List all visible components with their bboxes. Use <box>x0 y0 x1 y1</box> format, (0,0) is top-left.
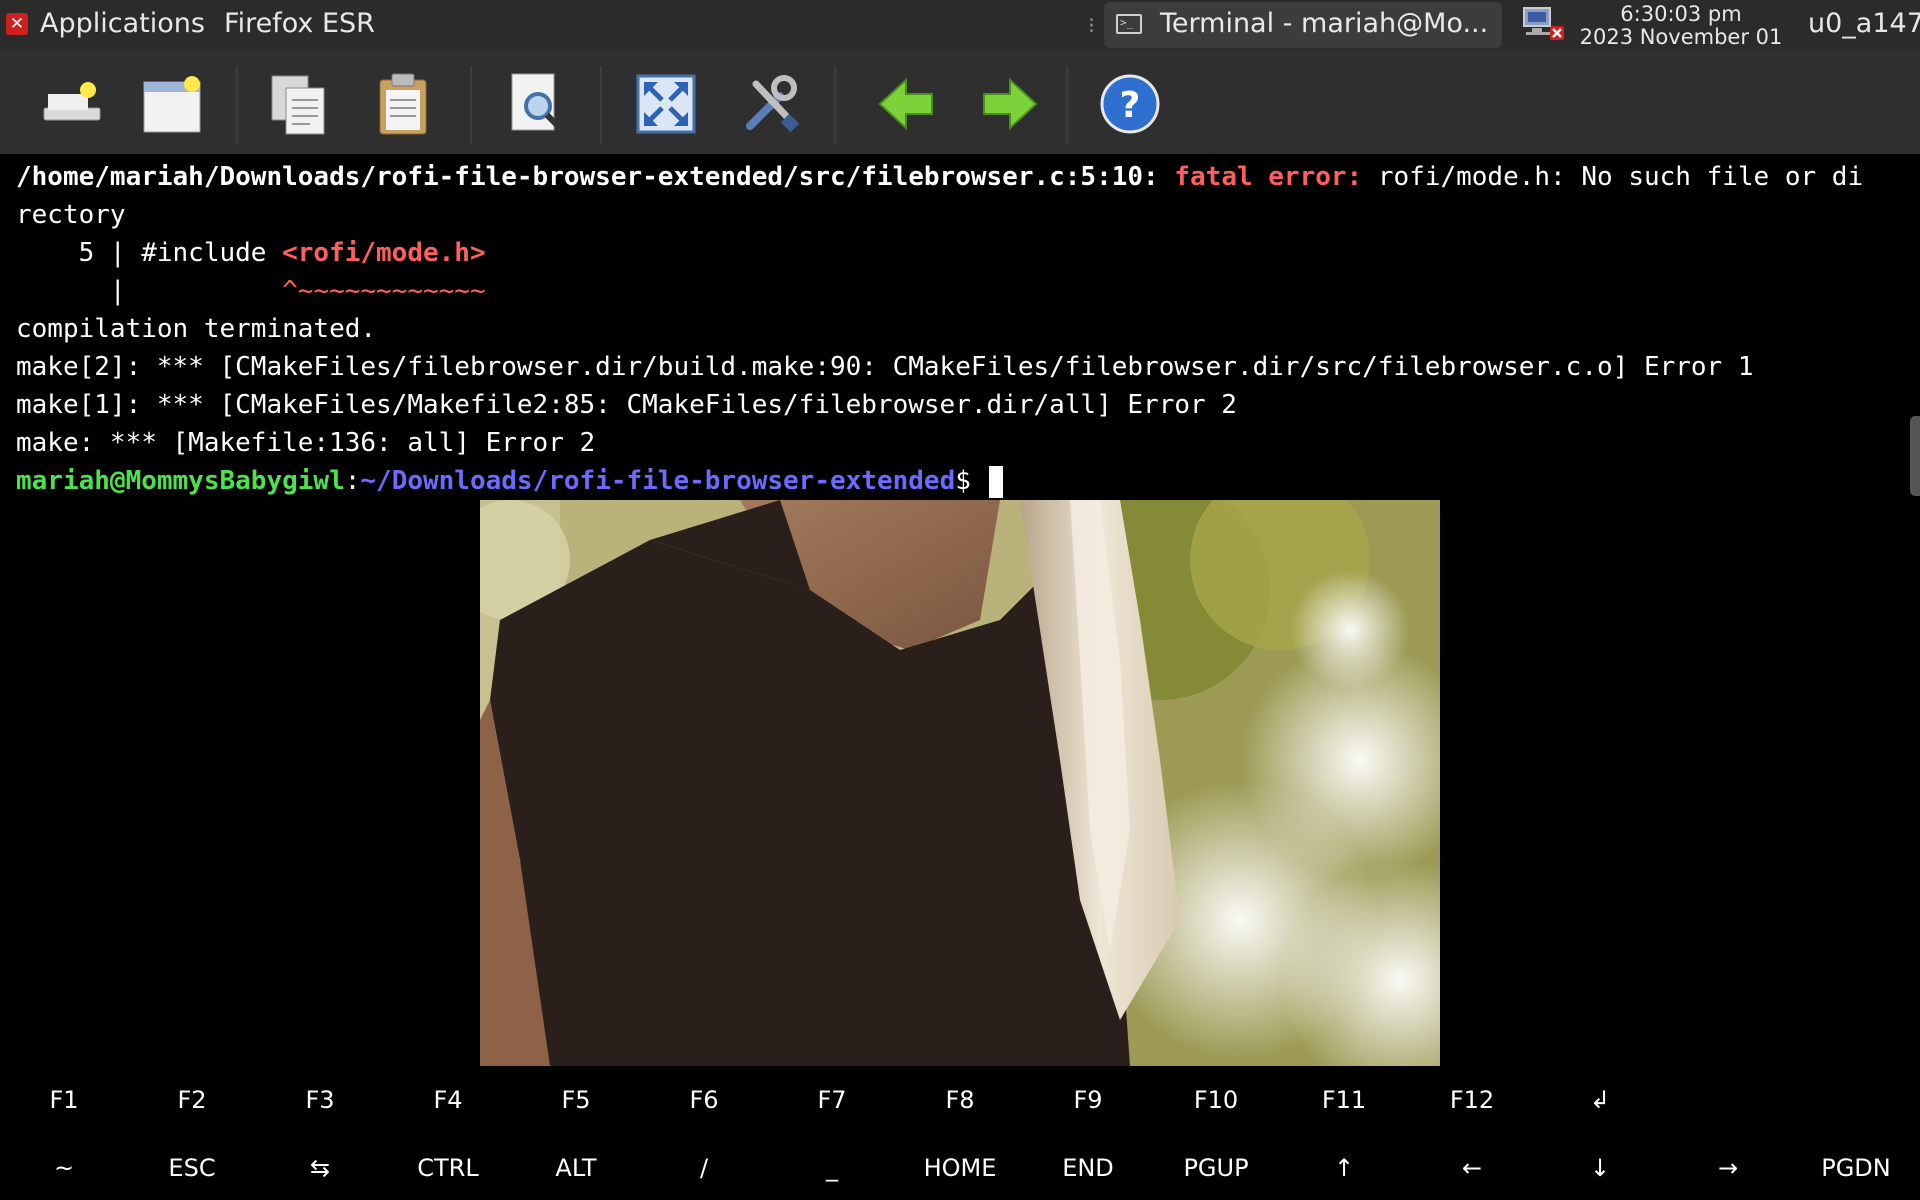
terminal-icon: >_ <box>1116 14 1142 34</box>
paste-icon[interactable] <box>370 70 438 138</box>
key-tab[interactable]: ⇆ <box>256 1148 384 1188</box>
error-message: rofi/mode.h: No such file or di <box>1377 162 1864 192</box>
clock-time: 6:30:03 pm <box>1620 2 1742 26</box>
terminal-line-1: /home/mariah/Downloads/rofi-file-browser… <box>16 158 1863 196</box>
key-pgdn[interactable]: PGDN <box>1792 1148 1920 1188</box>
terminal-line-6: make[2]: *** [CMakeFiles/filebrowser.dir… <box>16 352 1754 382</box>
clock[interactable]: 6:30:03 pm 2023 November 01 <box>1578 2 1784 48</box>
key-f4[interactable]: F4 <box>384 1080 512 1120</box>
key-tilde[interactable]: ~ <box>0 1148 128 1188</box>
applications-menu-icon[interactable]: ✕ <box>6 13 28 35</box>
key-enter[interactable]: ↲ <box>1536 1080 1664 1120</box>
terminal-line-8: make: *** [Makefile:136: all] Error 2 <box>16 428 596 458</box>
panel-separator-handle: ⁝ <box>1088 14 1095 39</box>
error-source-path: /home/mariah/Downloads/rofi-file-browser… <box>16 162 1175 192</box>
applications-menu[interactable]: Applications <box>40 8 205 39</box>
back-arrow-icon[interactable] <box>872 70 940 138</box>
terminal-line-4: | ^~~~~~~~~~~~~ <box>16 272 486 310</box>
key-f12[interactable]: F12 <box>1408 1080 1536 1120</box>
help-icon[interactable]: ? <box>1096 70 1164 138</box>
terminal-line-3: 5 | #include <rofi/mode.h> <box>16 234 486 272</box>
key-end[interactable]: END <box>1024 1148 1152 1188</box>
fullscreen-icon[interactable] <box>632 70 700 138</box>
photo-overlay <box>480 500 1440 1066</box>
terminal-scrollbar[interactable] <box>1910 416 1920 496</box>
key-f8[interactable]: F8 <box>896 1080 1024 1120</box>
terminal-toolbar: ? <box>0 50 1920 154</box>
key-pgup[interactable]: PGUP <box>1152 1148 1280 1188</box>
prompt-colon: : <box>344 466 361 496</box>
key-right[interactable]: → <box>1664 1148 1792 1188</box>
key-f3[interactable]: F3 <box>256 1080 384 1120</box>
key-f1[interactable]: F1 <box>0 1080 128 1120</box>
key-f9[interactable]: F9 <box>1024 1080 1152 1120</box>
key-up[interactable]: ↑ <box>1280 1148 1408 1188</box>
preferences-icon[interactable] <box>736 70 804 138</box>
taskbar-terminal-label: Terminal - mariah@Mo... <box>1160 8 1489 39</box>
include-line-prefix: 5 | #include <box>16 238 283 268</box>
fatal-error-label: fatal error: <box>1174 162 1378 192</box>
key-f10[interactable]: F10 <box>1152 1080 1280 1120</box>
key-ctrl[interactable]: CTRL <box>384 1148 512 1188</box>
forward-arrow-icon[interactable] <box>976 70 1044 138</box>
key-f5[interactable]: F5 <box>512 1080 640 1120</box>
key-esc[interactable]: ESC <box>128 1148 256 1188</box>
firefox-launcher[interactable]: Firefox ESR <box>224 8 375 39</box>
top-panel: ✕ Applications Firefox ESR ⁝ >_ Terminal… <box>0 0 1920 50</box>
key-slash[interactable]: / <box>640 1148 768 1188</box>
key-f11[interactable]: F11 <box>1280 1080 1408 1120</box>
terminal-line-2: rectory <box>16 200 126 230</box>
key-f6[interactable]: F6 <box>640 1080 768 1120</box>
key-alt[interactable]: ALT <box>512 1148 640 1188</box>
user-label[interactable]: u0_a147 <box>1808 8 1920 39</box>
key-left[interactable]: ← <box>1408 1148 1536 1188</box>
terminal-line-7: make[1]: *** [CMakeFiles/Makefile2:85: C… <box>16 390 1237 420</box>
svg-text:?: ? <box>1120 85 1141 126</box>
prompt-dollar: $ <box>955 466 987 496</box>
key-underscore[interactable]: _ <box>768 1148 896 1188</box>
terminal-line-5: compilation terminated. <box>16 314 377 344</box>
extra-keys-bar: F1 F2 F3 F4 F5 F6 F7 F8 F9 F10 F11 F12 ↲… <box>0 1066 1920 1200</box>
key-home[interactable]: HOME <box>896 1148 1024 1188</box>
error-caret: ^~~~~~~~~~~~~ <box>282 276 486 306</box>
taskbar-terminal-button[interactable]: >_ Terminal - mariah@Mo... <box>1104 2 1502 48</box>
clock-date: 2023 November 01 <box>1579 25 1783 49</box>
key-f7[interactable]: F7 <box>768 1080 896 1120</box>
prompt-path: ~/Downloads/rofi-file-browser-extended <box>360 466 956 496</box>
network-disconnected-icon[interactable] <box>1522 6 1566 44</box>
caret-line-prefix: | <box>16 276 283 306</box>
key-f2[interactable]: F2 <box>128 1080 256 1120</box>
new-tab-icon[interactable] <box>38 70 106 138</box>
text-cursor <box>988 465 1003 498</box>
prompt-user-host: mariah@MommysBabygiwl <box>16 466 345 496</box>
copy-icon[interactable] <box>264 70 332 138</box>
shell-prompt[interactable]: mariah@MommysBabygiwl:~/Downloads/rofi-f… <box>16 462 1003 500</box>
include-header: <rofi/mode.h> <box>282 238 486 268</box>
new-window-icon[interactable] <box>138 70 206 138</box>
find-icon[interactable] <box>504 70 572 138</box>
key-down[interactable]: ↓ <box>1536 1148 1664 1188</box>
